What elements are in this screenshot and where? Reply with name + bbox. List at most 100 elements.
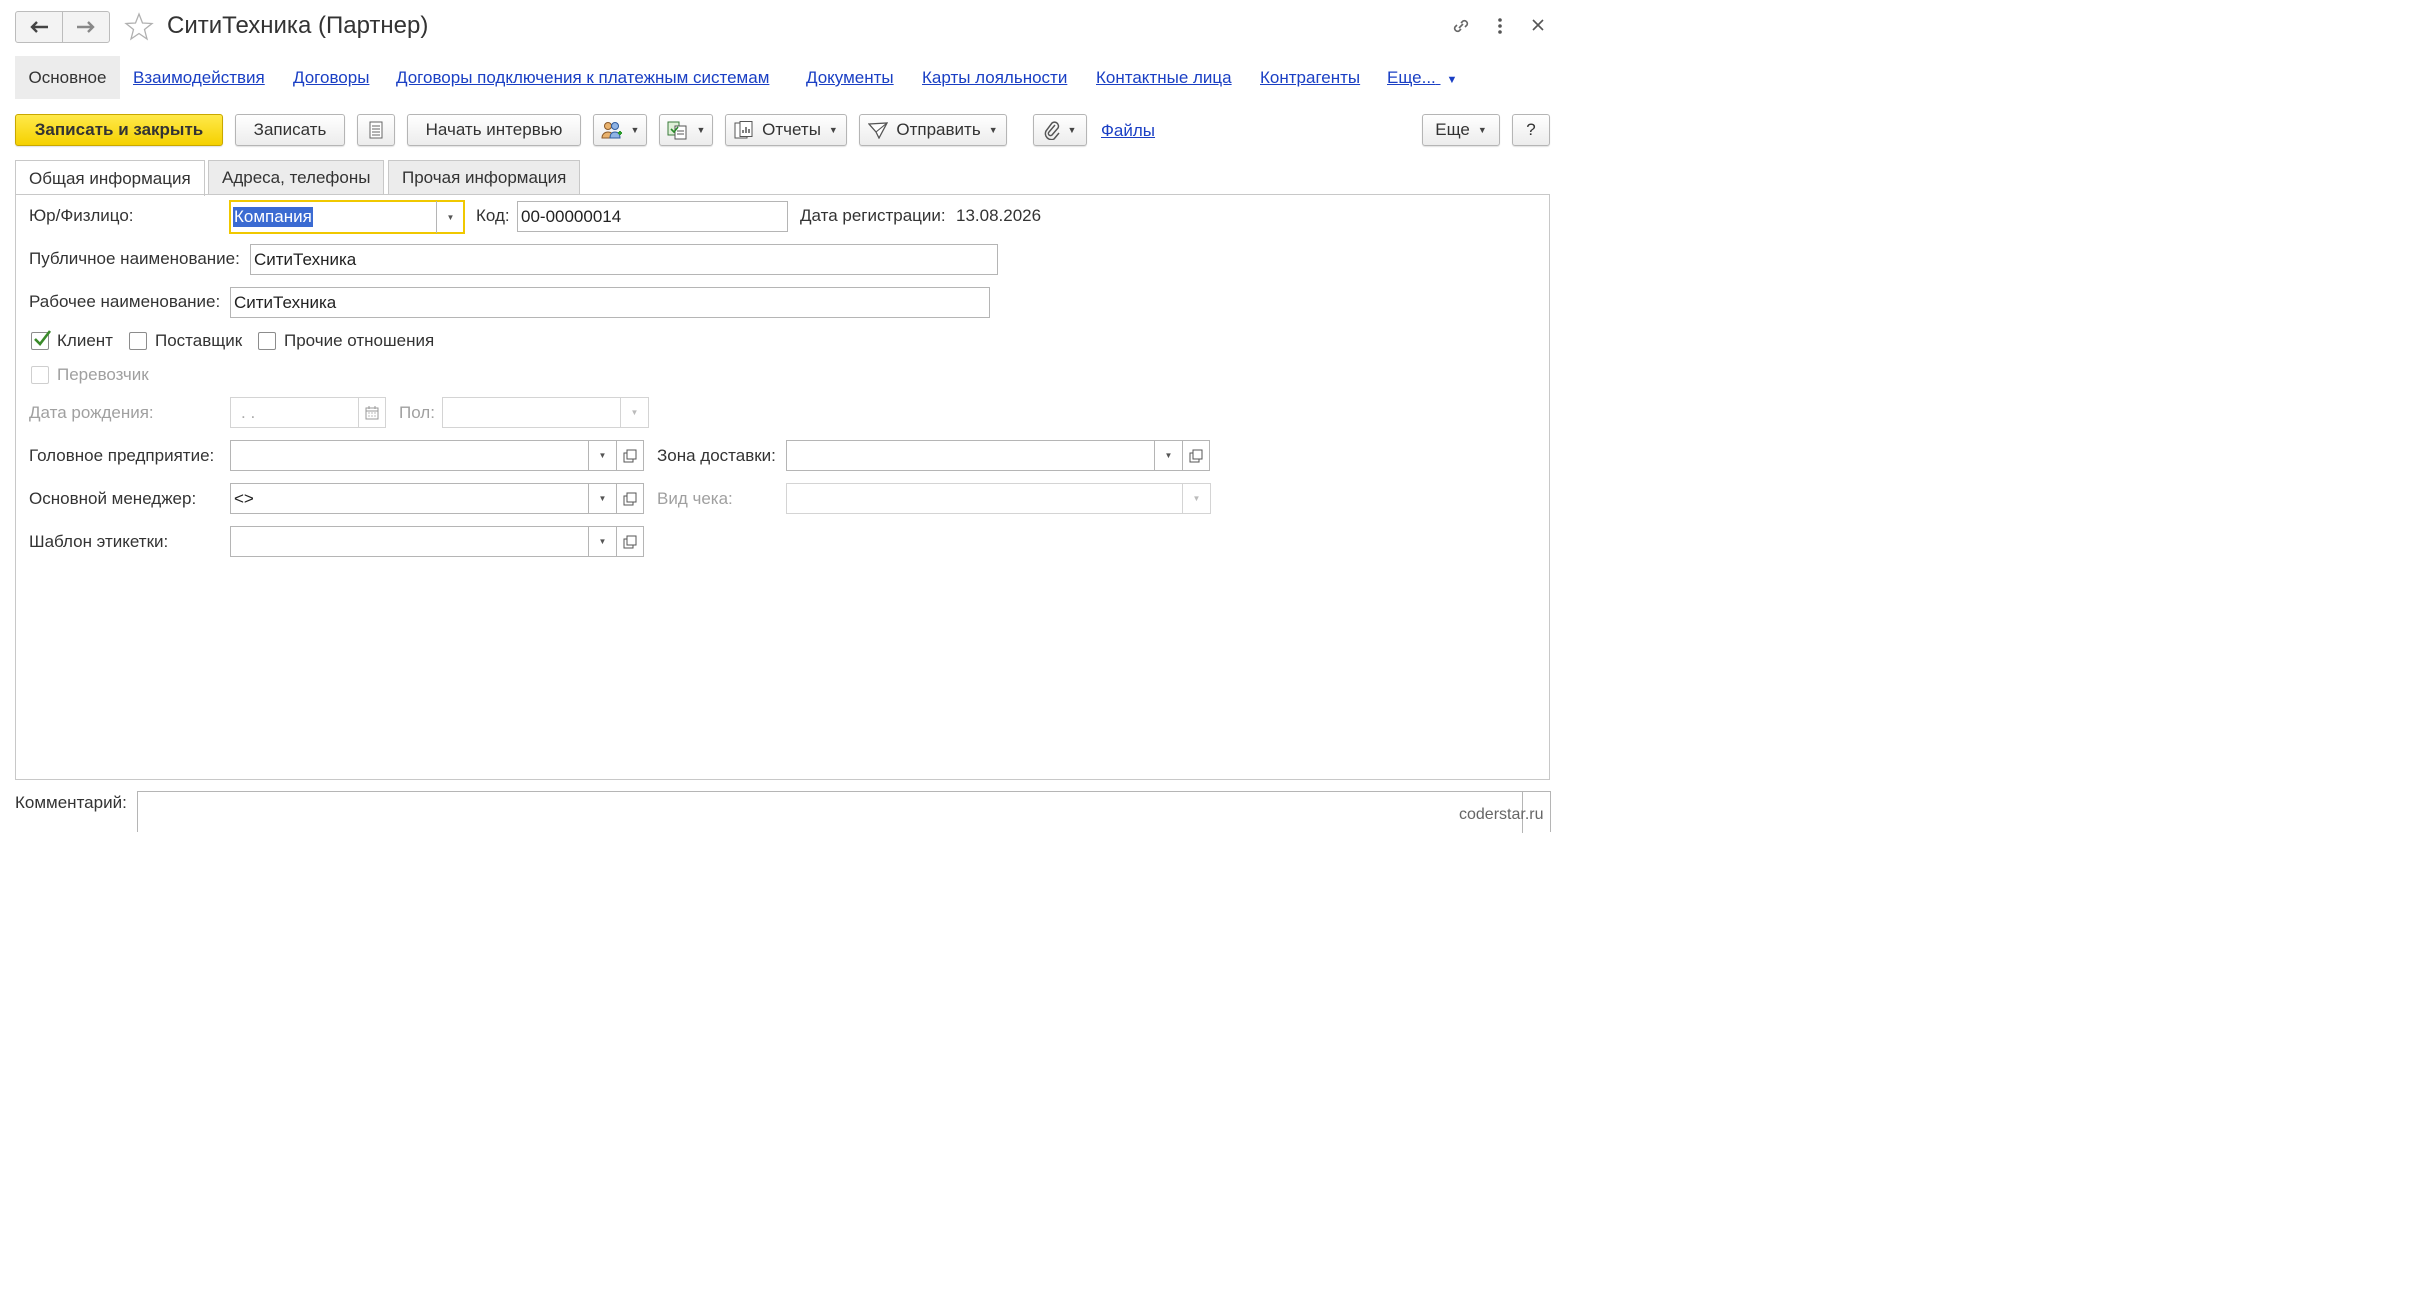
reports-icon <box>734 121 754 139</box>
dropdown-icon[interactable]: ▼ <box>620 398 648 427</box>
carrier-label: Перевозчик <box>57 365 149 384</box>
send-button[interactable]: Отправить ▼ <box>859 114 1007 146</box>
nav-link-more[interactable]: Еще... ▼ <box>1387 68 1457 88</box>
supplier-label: Поставщик <box>155 331 243 350</box>
calendar-icon <box>365 405 379 419</box>
delivery-zone-field[interactable]: ▼ <box>786 440 1183 471</box>
client-label: Клиент <box>57 331 113 350</box>
gender-select[interactable]: ▼ <box>442 397 649 428</box>
client-checkbox[interactable] <box>31 330 52 350</box>
nav-link-interactions[interactable]: Взаимодействия <box>133 68 265 88</box>
head-company-field[interactable]: ▼ <box>230 440 617 471</box>
entity-type-label: Юр/Физлицо: <box>29 206 134 225</box>
more-options-icon[interactable] <box>1497 17 1503 40</box>
more-menu-label: Еще <box>1435 120 1470 139</box>
chevron-down-icon: ▼ <box>1067 125 1077 135</box>
public-name-field[interactable]: СитиТехника <box>250 244 998 275</box>
dropdown-icon[interactable]: ▼ <box>436 201 464 233</box>
label-template-open-button[interactable] <box>616 526 644 557</box>
entity-type-value: Компания <box>233 207 313 227</box>
save-button[interactable]: Записать <box>235 114 345 146</box>
nav-tab-main[interactable]: Основное <box>15 56 120 99</box>
forward-button[interactable] <box>62 11 110 43</box>
supplier-checkbox[interactable] <box>129 332 147 350</box>
arrow-left-icon <box>30 21 48 33</box>
label-template-label: Шаблон этикетки: <box>29 532 169 551</box>
nav-link-counterparties[interactable]: Контрагенты <box>1260 68 1360 88</box>
more-menu-button[interactable]: Еще ▼ <box>1422 114 1500 146</box>
open-icon <box>1189 449 1203 462</box>
birth-date-field[interactable]: . . <box>230 397 359 428</box>
tab-general-info[interactable]: Общая информация <box>15 160 205 196</box>
manager-value: <> <box>234 488 254 508</box>
label-template-field[interactable]: ▼ <box>230 526 617 557</box>
files-link[interactable]: Файлы <box>1101 121 1155 141</box>
tab-addresses-phones[interactable]: Адреса, телефоны <box>208 160 385 194</box>
help-button[interactable]: ? <box>1512 114 1550 146</box>
manager-open-button[interactable] <box>616 483 644 514</box>
other-relations-label: Прочие отношения <box>284 331 435 350</box>
add-contact-button[interactable]: ▼ <box>593 114 647 146</box>
gender-label: Пол: <box>399 403 435 422</box>
entity-type-select[interactable]: Компания ▼ <box>229 200 465 234</box>
tab-other-info[interactable]: Прочая информация <box>388 160 581 194</box>
code-label: Код: <box>476 206 510 225</box>
comment-field[interactable] <box>137 791 1551 833</box>
document-list-icon <box>369 121 383 139</box>
head-company-label: Головное предприятие: <box>29 446 215 465</box>
receipt-type-label: Вид чека: <box>657 489 733 508</box>
carrier-checkbox[interactable] <box>31 366 49 384</box>
comment-label: Комментарий: <box>15 793 127 812</box>
public-name-label: Публичное наименование: <box>29 249 240 268</box>
paperclip-icon <box>1044 120 1060 140</box>
checkmark-icon <box>34 330 52 346</box>
start-interview-button[interactable]: Начать интервью <box>407 114 581 146</box>
chevron-down-icon: ▼ <box>696 125 706 135</box>
reports-button[interactable]: Отчеты ▼ <box>725 114 847 146</box>
users-add-icon <box>601 120 623 140</box>
favorite-star-icon[interactable] <box>124 12 154 47</box>
dropdown-icon[interactable]: ▼ <box>588 527 616 556</box>
nav-link-contracts[interactable]: Договоры <box>293 68 369 88</box>
back-button[interactable] <box>15 11 63 43</box>
chevron-down-icon: ▼ <box>1446 74 1458 86</box>
manager-field[interactable]: <> ▼ <box>230 483 617 514</box>
head-company-open-button[interactable] <box>616 440 644 471</box>
delivery-zone-open-button[interactable] <box>1182 440 1210 471</box>
dropdown-icon[interactable]: ▼ <box>588 484 616 513</box>
receipt-type-select[interactable]: ▼ <box>786 483 1211 514</box>
chevron-down-icon: ▼ <box>988 125 998 135</box>
link-icon[interactable] <box>1450 15 1472 42</box>
nav-link-payment-contracts[interactable]: Договоры подключения к платежным система… <box>396 68 769 88</box>
chevron-down-icon: ▼ <box>630 125 640 135</box>
dropdown-icon[interactable]: ▼ <box>1154 441 1182 470</box>
save-close-button[interactable]: Записать и закрыть <box>15 114 223 146</box>
calendar-button[interactable] <box>358 397 386 428</box>
dropdown-icon[interactable]: ▼ <box>1182 484 1210 513</box>
reports-label: Отчеты <box>762 120 821 139</box>
attach-button[interactable]: ▼ <box>1033 114 1087 146</box>
chevron-down-icon: ▼ <box>828 125 838 135</box>
nav-link-loyalty-cards[interactable]: Карты лояльности <box>922 68 1067 88</box>
reg-date-value: 13.08.2026 <box>956 206 1042 225</box>
delivery-zone-label: Зона доставки: <box>657 446 776 465</box>
create-based-on-button[interactable]: ▼ <box>659 114 713 146</box>
window-title: СитиТехника (Партнер) <box>167 12 429 39</box>
send-label: Отправить <box>896 120 981 139</box>
open-icon <box>623 535 637 548</box>
nav-more-label: Еще... <box>1387 68 1436 87</box>
other-relations-checkbox[interactable] <box>258 332 276 350</box>
code-field[interactable]: 00-00000014 <box>517 201 788 232</box>
work-name-label: Рабочее наименование: <box>29 292 221 311</box>
watermark: coderstar.ru <box>1459 806 1544 823</box>
document-list-button[interactable] <box>357 114 395 146</box>
manager-label: Основной менеджер: <box>29 489 197 508</box>
reg-date-label: Дата регистрации: <box>800 206 946 225</box>
dropdown-icon[interactable]: ▼ <box>588 441 616 470</box>
nav-link-documents[interactable]: Документы <box>806 68 894 88</box>
work-name-field[interactable]: СитиТехника <box>230 287 990 318</box>
chevron-down-icon: ▼ <box>1477 125 1487 135</box>
send-icon <box>868 121 889 139</box>
close-icon[interactable] <box>1531 17 1545 37</box>
nav-link-contacts[interactable]: Контактные лица <box>1096 68 1232 88</box>
